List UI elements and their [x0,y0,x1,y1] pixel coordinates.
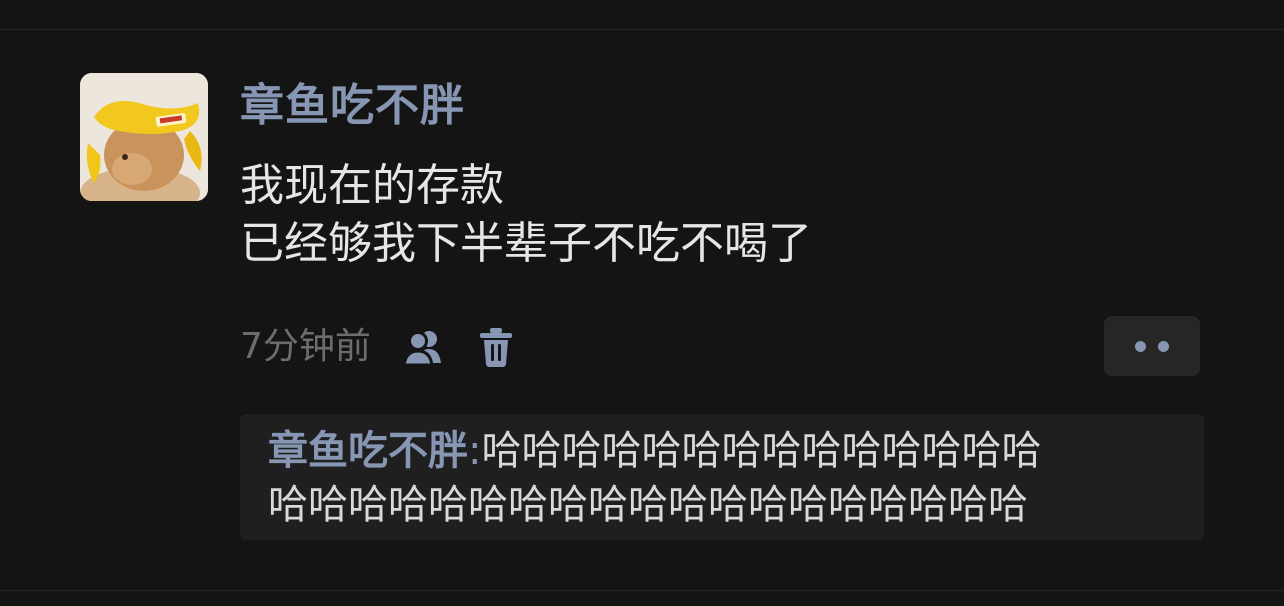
reply-separator: : [468,428,482,474]
reply-line: 章鱼吃不胖:哈哈哈哈哈哈哈哈哈哈哈哈哈哈 [268,424,1176,478]
more-dots-icon [1158,340,1169,352]
comment-username[interactable]: 章鱼吃不胖 [240,78,465,134]
comment-line: 我现在的存款 [240,160,504,211]
top-divider [0,29,1284,30]
reply-line: 哈哈哈哈哈哈哈哈哈哈哈哈哈哈哈哈哈哈哈 [268,478,1176,532]
comment-line: 已经够我下半辈子不吃不喝了 [240,218,812,269]
comment-meta: 7分钟前 [240,322,521,372]
comment-time: 7分钟前 [240,326,371,367]
reply-text: 哈哈哈哈哈哈哈哈哈哈哈哈哈哈哈哈哈哈哈 [268,482,1028,528]
reply-author[interactable]: 章鱼吃不胖 [268,428,468,474]
avatar[interactable] [80,73,208,201]
more-dots-icon [1135,340,1146,352]
friends-icon[interactable] [399,322,449,372]
more-button[interactable] [1104,316,1200,376]
rabbit-banana-hat-avatar-icon [80,73,208,201]
trash-icon[interactable] [471,322,521,372]
comment-page: 章鱼吃不胖 我现在的存款 已经够我下半辈子不吃不喝了 7分钟前 章鱼吃不胖:哈哈… [0,0,1284,606]
comment-content: 我现在的存款 已经够我下半辈子不吃不喝了 [240,157,1140,273]
reply-box[interactable]: 章鱼吃不胖:哈哈哈哈哈哈哈哈哈哈哈哈哈哈 哈哈哈哈哈哈哈哈哈哈哈哈哈哈哈哈哈哈哈 [240,414,1204,540]
reply-text: 哈哈哈哈哈哈哈哈哈哈哈哈哈哈 [481,428,1042,474]
bottom-divider [0,590,1284,591]
